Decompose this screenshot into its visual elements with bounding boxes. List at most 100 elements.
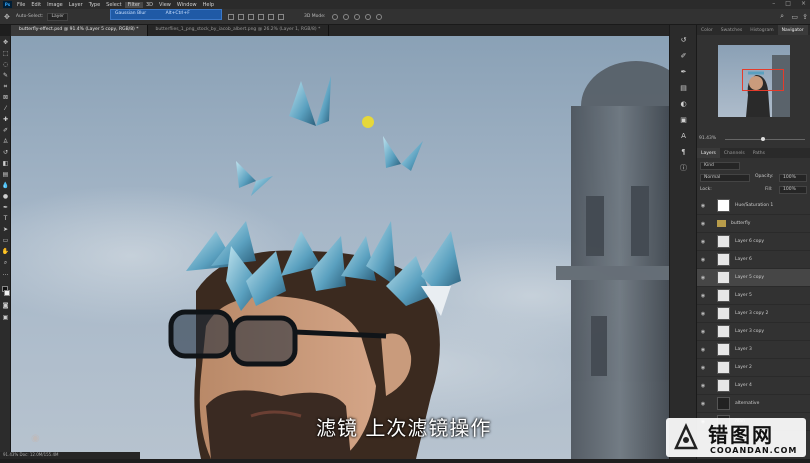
menu-file[interactable]: File — [14, 2, 28, 8]
search-icon[interactable]: ⌕ — [780, 12, 784, 21]
tab-swatches[interactable]: Swatches — [717, 28, 747, 33]
auto-select-dropdown[interactable]: Layer — [47, 12, 68, 21]
move-tool-icon[interactable]: ✥ — [4, 13, 10, 21]
layer-row-alternative[interactable]: ◉ alternative — [697, 395, 810, 413]
layer-row-selected[interactable]: ◉ Layer 5 copy — [697, 269, 810, 287]
layer-row-hue-saturation[interactable]: ◉ Hue/Saturation 1 — [697, 197, 810, 215]
opacity-field[interactable]: 100% — [779, 174, 807, 182]
tab-navigator[interactable]: Navigator — [777, 25, 808, 35]
pen-tool-icon[interactable]: ✒ — [2, 204, 9, 211]
pan-icon[interactable] — [353, 13, 360, 20]
path-select-icon[interactable]: ➤ — [2, 226, 9, 233]
layer-row[interactable]: ◉ Layer 5 — [697, 287, 810, 305]
tab-color[interactable]: Color — [697, 28, 717, 33]
align-top-icon[interactable] — [257, 13, 264, 20]
align-middle-icon[interactable] — [267, 13, 274, 20]
background-color-swatch[interactable] — [4, 290, 10, 296]
slide-icon[interactable] — [364, 13, 371, 20]
visibility-eye-icon[interactable]: ◉ — [699, 239, 707, 245]
hand-tool-icon[interactable]: ✋ — [2, 248, 9, 255]
info-icon[interactable]: ⓘ — [679, 163, 688, 172]
tab-channels[interactable]: Channels — [720, 151, 749, 156]
tab-histogram[interactable]: Histogram — [746, 28, 777, 33]
minimize-icon[interactable]: – — [772, 0, 775, 7]
navigator-zoom[interactable]: 91.43% — [699, 136, 716, 141]
visibility-eye-icon[interactable]: ◉ — [699, 293, 707, 299]
tab-butterfly-effect[interactable]: butterfly-effect.psd @ 91.4% (Layer 5 co… — [11, 25, 148, 36]
type-tool-icon[interactable]: T — [2, 215, 9, 222]
visibility-eye-icon[interactable]: ◉ — [699, 275, 707, 281]
menu-help[interactable]: Help — [200, 2, 217, 8]
zoom-tool-icon[interactable]: ⌕ — [2, 259, 9, 266]
marquee-tool-icon[interactable]: ⬚ — [2, 50, 9, 57]
blur-tool-icon[interactable]: 💧 — [2, 182, 9, 189]
roll-icon[interactable] — [342, 13, 349, 20]
more-tools-icon[interactable]: … — [2, 270, 9, 277]
navigator-zoom-knob[interactable] — [761, 137, 765, 141]
eyedropper-tool-icon[interactable]: ⁄ — [2, 105, 9, 112]
document-canvas[interactable]: ◉ 滤镜 上次滤镜操作 — [11, 36, 669, 459]
align-right-icon[interactable] — [247, 13, 254, 20]
history-icon[interactable]: ↺ — [679, 35, 688, 44]
tab-paths[interactable]: Paths — [749, 151, 769, 156]
blend-mode-select[interactable]: Normal — [700, 174, 750, 182]
navigator-zoom-slider[interactable] — [725, 139, 805, 140]
navigator-thumbnail[interactable] — [718, 45, 790, 117]
layer-row[interactable]: ◉ Layer 6 — [697, 251, 810, 269]
visibility-eye-icon[interactable]: ◉ — [699, 329, 707, 335]
visibility-eye-icon[interactable]: ◉ — [699, 257, 707, 263]
menu-window[interactable]: Window — [174, 2, 200, 8]
align-bottom-icon[interactable] — [277, 13, 284, 20]
visibility-eye-icon[interactable]: ◉ — [699, 203, 707, 209]
screen-mode-icon[interactable]: ▣ — [2, 314, 9, 321]
menu-edit[interactable]: Edit — [28, 2, 44, 8]
layer-kind-filter[interactable]: Kind — [700, 162, 740, 170]
scale-icon[interactable] — [375, 13, 382, 20]
lasso-tool-icon[interactable]: ◌ — [2, 61, 9, 68]
history-brush-icon[interactable]: ↺ — [2, 149, 9, 156]
navigator-view-rect[interactable] — [742, 69, 784, 91]
crop-tool-icon[interactable]: ⌗ — [2, 83, 9, 90]
menu-type[interactable]: Type — [86, 2, 103, 8]
brushes-icon[interactable]: ✒ — [679, 67, 688, 76]
clone-stamp-icon[interactable]: ♙ — [2, 138, 9, 145]
menu-filter[interactable]: Filter — [124, 1, 143, 8]
brush-tool-icon[interactable]: ✐ — [2, 127, 9, 134]
menu-layer[interactable]: Layer — [66, 2, 86, 8]
menu-3d[interactable]: 3D — [143, 2, 156, 8]
layer-row[interactable]: ◉ Layer 2 — [697, 359, 810, 377]
close-icon[interactable]: × — [801, 0, 806, 7]
auto-select-label[interactable]: Auto-Select: — [16, 14, 44, 19]
properties-icon[interactable]: ▤ — [679, 83, 688, 92]
visibility-eye-icon[interactable]: ◉ — [699, 401, 707, 407]
eraser-tool-icon[interactable]: ◧ — [2, 160, 9, 167]
layer-row[interactable]: ◉ Layer 3 — [697, 341, 810, 359]
menu-image[interactable]: Image — [44, 2, 66, 8]
move-tool-icon[interactable]: ✥ — [2, 39, 9, 46]
layer-row-butterfly-group[interactable]: ◉ butterfly — [697, 215, 810, 233]
libraries-icon[interactable]: ▣ — [679, 115, 688, 124]
quick-mask-icon[interactable]: ◙ — [2, 302, 9, 309]
quick-select-tool-icon[interactable]: ✎ — [2, 72, 9, 79]
gradient-tool-icon[interactable]: ▤ — [2, 171, 9, 178]
layer-row[interactable]: ◉ Layer 4 — [697, 377, 810, 395]
visibility-eye-icon[interactable]: ◉ — [699, 221, 707, 227]
align-center-icon[interactable] — [237, 13, 244, 20]
align-left-icon[interactable] — [227, 13, 234, 20]
adjustments-icon[interactable]: ◐ — [679, 99, 688, 108]
rectangle-tool-icon[interactable]: ▭ — [2, 237, 9, 244]
dodge-tool-icon[interactable]: ● — [2, 193, 9, 200]
tab-butterflies-stock[interactable]: butterflies_1_png_stock_by_iacob_albert.… — [148, 25, 330, 36]
maximize-icon[interactable]: □ — [785, 0, 791, 7]
layer-row[interactable]: ◉ Layer 3 copy — [697, 323, 810, 341]
layer-row[interactable]: ◉ Layer 6 copy — [697, 233, 810, 251]
workspace-icon[interactable]: ▭ — [791, 13, 798, 21]
frame-tool-icon[interactable]: ⊠ — [2, 94, 9, 101]
character-icon[interactable]: A — [679, 131, 688, 140]
visibility-eye-icon[interactable]: ◉ — [699, 311, 707, 317]
menu-select[interactable]: Select — [103, 2, 124, 8]
tab-layers[interactable]: Layers — [697, 148, 720, 158]
menu-view[interactable]: View — [156, 2, 174, 8]
fill-field[interactable]: 100% — [779, 186, 807, 194]
share-icon[interactable]: ⇪ — [802, 13, 808, 21]
